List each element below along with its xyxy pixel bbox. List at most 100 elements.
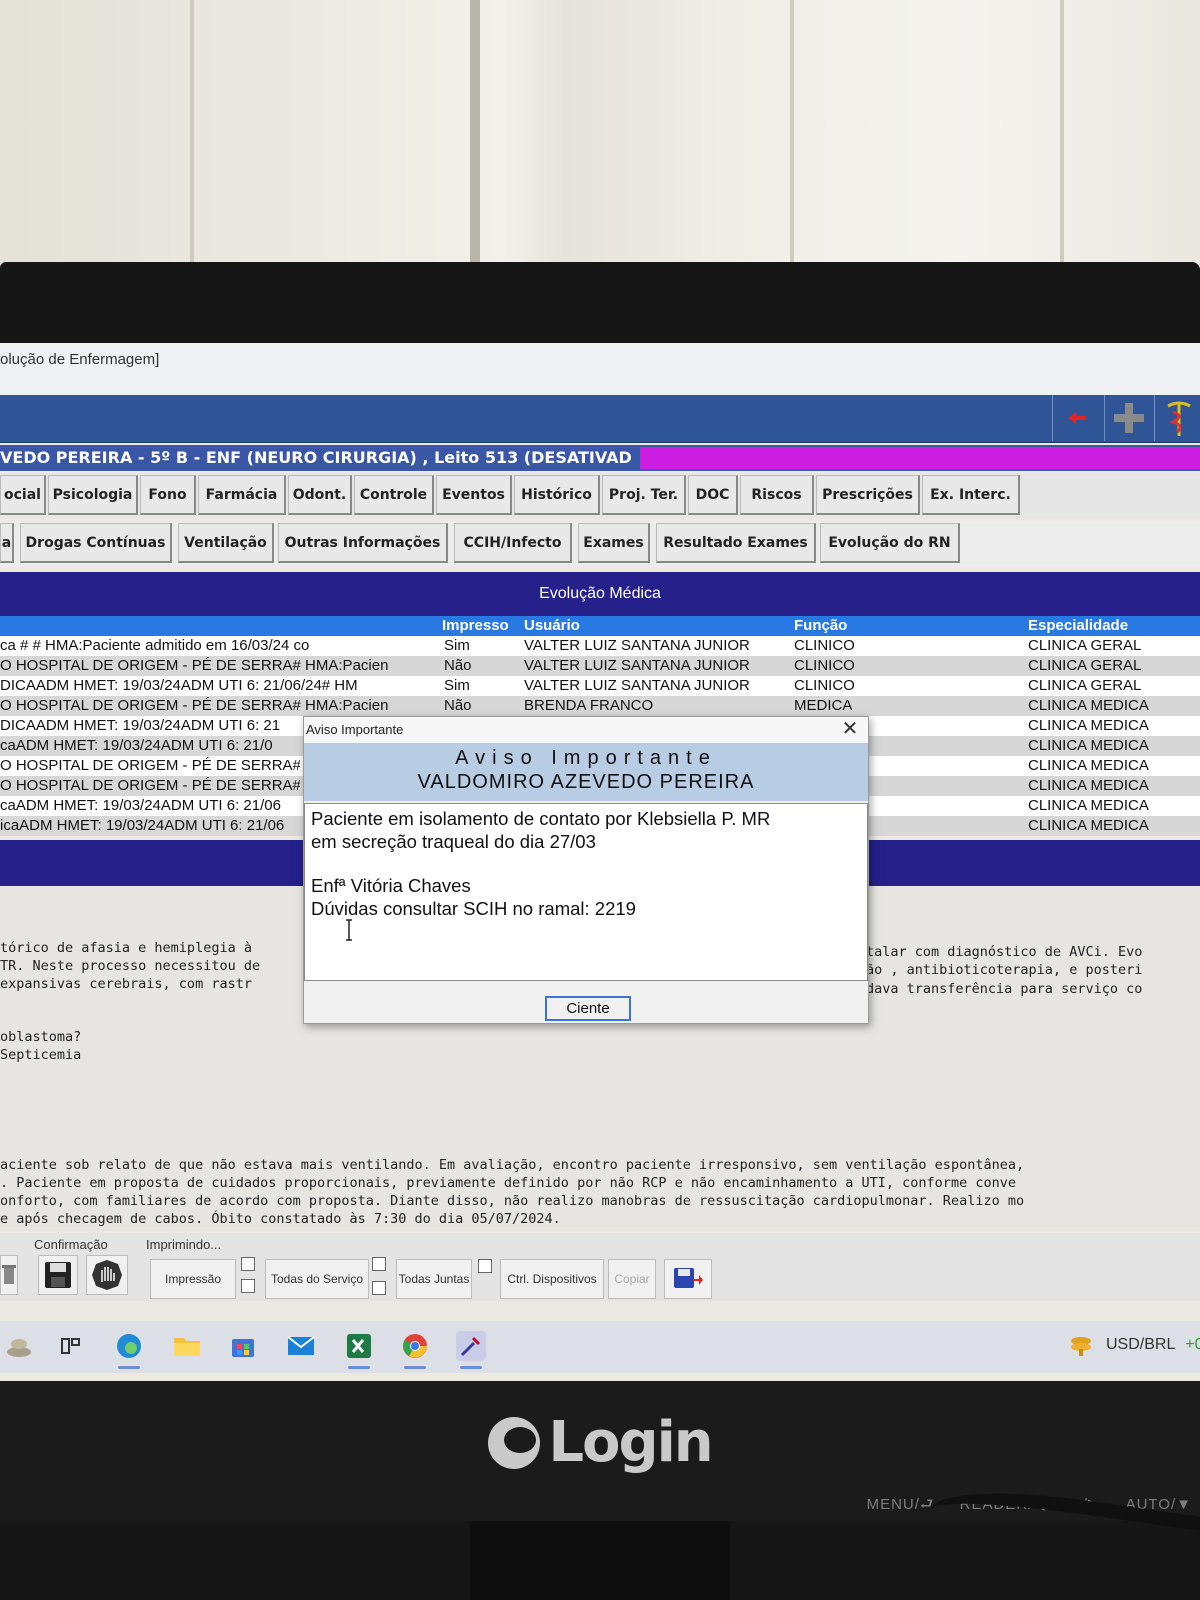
- chrome-icon[interactable]: [400, 1331, 430, 1369]
- tab-psicologia[interactable]: Psicologia: [48, 475, 138, 515]
- impressao-button[interactable]: Impressão: [150, 1259, 236, 1299]
- text-line: dava transferência para serviço co: [866, 981, 1143, 997]
- cell-text: O HOSPITAL DE ORIGEM - PÉ DE SERRA# HMA:…: [0, 697, 389, 714]
- tab-partial[interactable]: a: [0, 523, 14, 563]
- tab-eventos[interactable]: Eventos: [436, 475, 512, 515]
- patient-info-text: VEDO PEREIRA - 5º B - ENF (NEURO CIRURGI…: [0, 448, 632, 467]
- column-header-especialidade[interactable]: Especialidade: [1028, 616, 1128, 636]
- save-exit-icon[interactable]: [664, 1259, 712, 1299]
- hospital-app-icon[interactable]: [456, 1331, 486, 1369]
- cell-especialidade: CLINICA MEDICA: [1028, 717, 1149, 734]
- checkbox[interactable]: [372, 1281, 386, 1295]
- text-line: ão , antibioticoterapia, e posteri: [866, 962, 1143, 978]
- tab-riscos[interactable]: Riscos: [740, 475, 814, 515]
- tab-exames[interactable]: Exames: [578, 523, 650, 563]
- checkbox[interactable]: [372, 1257, 386, 1271]
- tab-odont[interactable]: Odont.: [288, 475, 352, 515]
- diagnosis-line: oblastoma?: [0, 1029, 82, 1045]
- dialog-heading: Aviso Importante: [455, 747, 717, 769]
- copiar-button[interactable]: Copiar: [608, 1259, 656, 1299]
- wall-seam: [190, 0, 194, 270]
- tab-doc[interactable]: DOC: [688, 475, 738, 515]
- table-row[interactable]: O HOSPITAL DE ORIGEM - PÉ DE SERRA# HMA:…: [0, 696, 1200, 716]
- stop-hand-icon[interactable]: [86, 1255, 128, 1295]
- table-header: Impresso Usuário Função Especialidade: [0, 616, 1200, 636]
- tab-ex-interc[interactable]: Ex. Interc.: [922, 475, 1020, 515]
- window-title: olução de Enfermagem]: [0, 351, 160, 368]
- window-titlebar: olução de Enfermagem]: [0, 343, 1200, 395]
- osd-menu-button[interactable]: MENU/⮐: [867, 1496, 935, 1513]
- cell-impresso: Sim: [444, 677, 470, 694]
- dialog-patient-name: VALDOMIRO AZEVEDO PEREIRA: [417, 771, 755, 793]
- tab-row-secondary: a Drogas Contínuas Ventilação Outras Inf…: [0, 521, 1200, 567]
- tab-drogas-continuas[interactable]: Drogas Contínuas: [20, 523, 172, 563]
- wall-seam: [790, 0, 794, 270]
- tab-social[interactable]: ocial: [0, 475, 46, 515]
- cell-especialidade: CLINICA GERAL: [1028, 637, 1142, 654]
- diagnosis-line: Septicemia: [0, 1047, 82, 1063]
- cell-impresso: Sim: [444, 637, 470, 654]
- cell-especialidade: CLINICA MEDICA: [1028, 697, 1149, 714]
- excel-icon[interactable]: [344, 1331, 374, 1369]
- todas-do-servico-button[interactable]: Todas do Serviço: [265, 1259, 369, 1299]
- tab-proj-ter[interactable]: Proj. Ter.: [602, 475, 686, 515]
- cell-text: DICAADM HMET: 19/03/24ADM UTI 6: 21: [0, 717, 281, 734]
- tab-fono[interactable]: Fono: [140, 475, 196, 515]
- tab-ventilacao[interactable]: Ventilação: [178, 523, 274, 563]
- checkbox[interactable]: [478, 1259, 492, 1273]
- dialog-title: Aviso Importante: [306, 722, 404, 737]
- wall-seam: [470, 0, 480, 270]
- tab-historico[interactable]: Histórico: [514, 475, 600, 515]
- column-header-usuario[interactable]: Usuário: [524, 616, 580, 636]
- ciente-button[interactable]: Ciente: [545, 996, 631, 1021]
- tab-controle[interactable]: Controle: [354, 475, 434, 515]
- cell-especialidade: CLINICA MEDICA: [1028, 797, 1149, 814]
- widgets-icon[interactable]: [4, 1331, 34, 1361]
- store-icon[interactable]: [228, 1331, 258, 1361]
- tab-farmacia[interactable]: Farmácia: [198, 475, 286, 515]
- tab-prescricoes[interactable]: Prescrições: [816, 475, 920, 515]
- cell-especialidade: CLINICA MEDICA: [1028, 757, 1149, 774]
- message-line: em secreção traqueal do dia 27/03: [311, 830, 596, 852]
- table-row[interactable]: O HOSPITAL DE ORIGEM - PÉ DE SERRA# HMA:…: [0, 656, 1200, 676]
- checkbox[interactable]: [241, 1279, 255, 1293]
- cell-usuario: VALTER LUIZ SANTANA JUNIOR: [524, 677, 750, 694]
- table-row[interactable]: DICAADM HMET: 19/03/24ADM UTI 6: 21/06/2…: [0, 676, 1200, 696]
- edge-browser-icon[interactable]: [114, 1331, 144, 1369]
- close-icon[interactable]: ✕: [836, 717, 864, 743]
- tab-evolucao-rn[interactable]: Evolução do RN: [820, 523, 960, 563]
- text-line: . Paciente em proposta de cuidados propo…: [0, 1175, 1016, 1191]
- cell-text: ca # # HMA:Paciente admitido em 16/03/24…: [0, 637, 310, 654]
- mail-icon[interactable]: [286, 1331, 316, 1361]
- windows-taskbar: USD/BRL +0: [0, 1321, 1200, 1373]
- dialog-header: Aviso Importante VALDOMIRO AZEVEDO PEREI…: [304, 743, 868, 801]
- tab-resultado-exames[interactable]: Resultado Exames: [656, 523, 816, 563]
- text-line: expansivas cerebrais, com rastr: [0, 976, 252, 992]
- back-arrow-icon[interactable]: [1052, 395, 1100, 441]
- cell-text: icaADM HMET: 19/03/24ADM UTI 6: 21/06: [0, 817, 285, 834]
- todas-juntas-button[interactable]: Todas Juntas: [396, 1259, 472, 1299]
- tab-outras-informacoes[interactable]: Outras Informações: [278, 523, 448, 563]
- cell-impresso: Não: [444, 657, 472, 674]
- cell-text: O HOSPITAL DE ORIGEM - PÉ DE SERRA# HMA:…: [0, 657, 389, 674]
- column-header-impresso[interactable]: Impresso: [442, 616, 509, 636]
- alert-indicator-bar: [640, 447, 1200, 469]
- trash-icon[interactable]: [0, 1255, 18, 1295]
- cell-text: caADM HMET: 19/03/24ADM UTI 6: 21/0: [0, 737, 273, 754]
- imprimindo-label: Imprimindo...: [146, 1237, 222, 1252]
- currency-icon[interactable]: [1066, 1331, 1096, 1361]
- tab-ccih-infecto[interactable]: CCIH/Infecto: [454, 523, 572, 563]
- file-explorer-icon[interactable]: [172, 1331, 202, 1361]
- table-row[interactable]: ca # # HMA:Paciente admitido em 16/03/24…: [0, 636, 1200, 656]
- cell-usuario: BRENDA FRANCO: [524, 697, 654, 714]
- task-view-icon[interactable]: [56, 1331, 86, 1361]
- cell-especialidade: CLINICA MEDICA: [1028, 737, 1149, 754]
- cell-funcao: CLINICO: [794, 657, 855, 674]
- cell-text: O HOSPITAL DE ORIGEM - PÉ DE SERRA#: [0, 777, 300, 794]
- add-cross-icon[interactable]: [1104, 395, 1152, 441]
- checkbox[interactable]: [241, 1257, 255, 1271]
- save-disk-icon[interactable]: [38, 1255, 78, 1295]
- column-header-funcao[interactable]: Função: [794, 616, 847, 636]
- ctrl-dispositivos-button[interactable]: Ctrl. Dispositivos: [500, 1259, 604, 1299]
- text-line: onforto, com familiares de acordo com pr…: [0, 1193, 1025, 1209]
